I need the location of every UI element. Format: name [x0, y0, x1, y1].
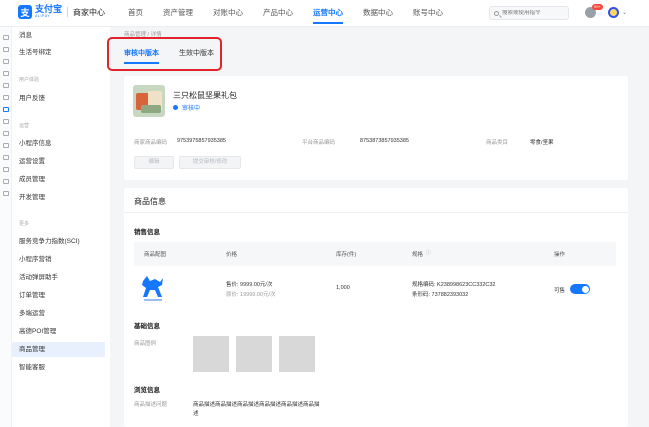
- nav-data[interactable]: 数据中心: [363, 0, 393, 27]
- nav-operations[interactable]: 运营中心: [313, 0, 343, 27]
- sidebar-item-life-account[interactable]: 生活号绑定: [12, 45, 105, 60]
- col-action: 操作: [554, 252, 566, 258]
- side-icon-strip: [0, 27, 12, 427]
- browse-info-title: 浏览信息: [134, 387, 160, 394]
- sku-spec-code: 规格编码: K238998623CC332C32: [412, 282, 496, 288]
- tabs-highlight-box: [107, 37, 222, 71]
- sidebar-item-members[interactable]: 成员管理: [12, 172, 105, 187]
- sidebar-item-popup-helper[interactable]: 活动弹屏助手: [12, 270, 105, 285]
- sidebar-item-dev[interactable]: 开发管理: [12, 190, 105, 205]
- menu-icon[interactable]: [3, 35, 9, 40]
- sku-stock: 1,000: [336, 285, 350, 291]
- sku-table-header: [134, 242, 616, 266]
- col-spec: 规格: [412, 252, 424, 258]
- doc-icon[interactable]: [3, 167, 9, 172]
- sidebar-group-user: 用户体验: [19, 77, 40, 83]
- gallery-label: 商品图例: [134, 341, 157, 347]
- sidebar-item-sci[interactable]: 服务竞争力指数(SCI): [12, 234, 105, 249]
- sidebar-item-orders[interactable]: 订单管理: [12, 288, 105, 303]
- sidebar: 消息 生活号绑定 用户体验 用户反馈 运营 小程序信息 运营设置 成员管理 开发…: [12, 27, 110, 427]
- sidebar-item-messages[interactable]: 消息: [12, 28, 105, 43]
- sku-price: 售价: 9999.00元/次: [226, 282, 273, 288]
- sku-image: [142, 276, 163, 301]
- portal-title: 商家中心: [73, 7, 106, 17]
- sidebar-group-more: 更多: [19, 221, 30, 227]
- desc-text: 商品描述商品描述商品描述商品描述商品描述商品描述: [193, 402, 320, 417]
- global-search[interactable]: [489, 6, 569, 20]
- report-icon[interactable]: [3, 143, 9, 148]
- sidebar-group-tools: 运营: [19, 123, 30, 129]
- category-label: 商品类目: [486, 140, 509, 146]
- main-nav: 首页 资产管理 对账中心 产品中心 运营中心 数据中心 账号中心: [128, 0, 463, 27]
- review-status: 审核中: [173, 103, 200, 112]
- alipay-logo[interactable]: 支 支付宝 ALIPAY 商家中心: [18, 5, 105, 19]
- sku-original-price: 原价: 19999.00元/次: [226, 292, 276, 298]
- col-price: 价格: [226, 252, 238, 258]
- gallery-image-1[interactable]: [193, 336, 229, 372]
- logo-name: 支付宝: [35, 4, 63, 15]
- sidebar-item-poi[interactable]: 高德POI管理: [12, 324, 105, 339]
- message-icon[interactable]: [3, 47, 9, 52]
- apps-icon[interactable]: [3, 131, 9, 136]
- spec-info-icon[interactable]: ⓘ: [426, 249, 431, 256]
- sidebar-item-smart-service[interactable]: 智能客服: [12, 360, 105, 375]
- more-icon[interactable]: [3, 191, 9, 196]
- notification-badge: 99+: [592, 4, 603, 10]
- alipay-logo-icon: 支: [18, 5, 32, 19]
- gallery-image-3[interactable]: [279, 336, 315, 372]
- operations-icon[interactable]: [3, 107, 9, 112]
- avatar[interactable]: [608, 7, 619, 18]
- sales-info-title: 销售信息: [134, 229, 160, 236]
- sku-sale-label: 可售: [554, 288, 566, 294]
- col-stock: 库存(件): [336, 252, 357, 258]
- chevron-down-icon[interactable]: ⌄: [622, 9, 627, 16]
- goods-info-card: [124, 188, 628, 427]
- tools-icon[interactable]: [3, 119, 9, 124]
- sidebar-item-product-management[interactable]: 商品管理: [12, 342, 105, 357]
- list-icon[interactable]: [3, 155, 9, 160]
- logo-name-en: ALIPAY: [35, 14, 51, 19]
- search-input[interactable]: [502, 10, 567, 16]
- nav-assets[interactable]: 资产管理: [163, 0, 193, 27]
- merchant-code-value: 9753975857935385: [177, 138, 226, 144]
- top-navbar: 支 支付宝 ALIPAY 商家中心 首页 资产管理 对账中心 产品中心 运营中心…: [0, 0, 649, 27]
- status-text: 审核中: [182, 106, 201, 112]
- nav-home[interactable]: 首页: [128, 0, 143, 27]
- user-icon[interactable]: [3, 95, 9, 100]
- category-value: 零食/坚果: [530, 140, 554, 146]
- platform-code-value: 8753873857935385: [360, 138, 409, 144]
- edit-button[interactable]: 编辑: [134, 156, 174, 169]
- sidebar-item-miniapp-marketing[interactable]: 小程序营销: [12, 252, 105, 267]
- sidebar-item-multi-end[interactable]: 多端运营: [12, 306, 105, 321]
- basic-info-title: 基础信息: [134, 323, 160, 330]
- nav-products[interactable]: 产品中心: [263, 0, 293, 27]
- sidebar-item-miniapp-info[interactable]: 小程序信息: [12, 136, 105, 151]
- search-icon: [494, 10, 499, 16]
- sidebar-item-ops-settings[interactable]: 运营设置: [12, 154, 105, 169]
- chart-icon[interactable]: [3, 83, 9, 88]
- col-image: 商品配图: [144, 252, 167, 258]
- gallery-image-2[interactable]: [236, 336, 272, 372]
- nav-account[interactable]: 账号中心: [413, 0, 443, 27]
- platform-code-label: 平台商品编码: [302, 140, 336, 146]
- submit-review-button[interactable]: 提交审核/修改: [179, 156, 241, 169]
- merchant-code-label: 商家商品编码: [134, 140, 168, 146]
- product-name: 三只松鼠坚果礼包: [173, 91, 237, 100]
- goods-info-title: 商品信息: [134, 197, 166, 206]
- folder-icon[interactable]: [3, 59, 9, 64]
- settings-icon[interactable]: [3, 71, 9, 76]
- desc-label: 商品描述问题: [134, 402, 168, 408]
- logo-divider: [67, 7, 69, 17]
- status-dot-icon: [173, 105, 178, 110]
- section-divider: [124, 212, 628, 213]
- sidebar-item-feedback[interactable]: 用户反馈: [12, 91, 105, 106]
- nav-reconciliation[interactable]: 对账中心: [213, 0, 243, 27]
- logo-text: 支付宝 ALIPAY: [35, 5, 62, 19]
- sale-toggle[interactable]: [570, 284, 590, 294]
- grid-icon[interactable]: [3, 179, 9, 184]
- product-thumbnail: [133, 85, 165, 117]
- sku-barcode: 条形码: 737882393032: [412, 292, 469, 298]
